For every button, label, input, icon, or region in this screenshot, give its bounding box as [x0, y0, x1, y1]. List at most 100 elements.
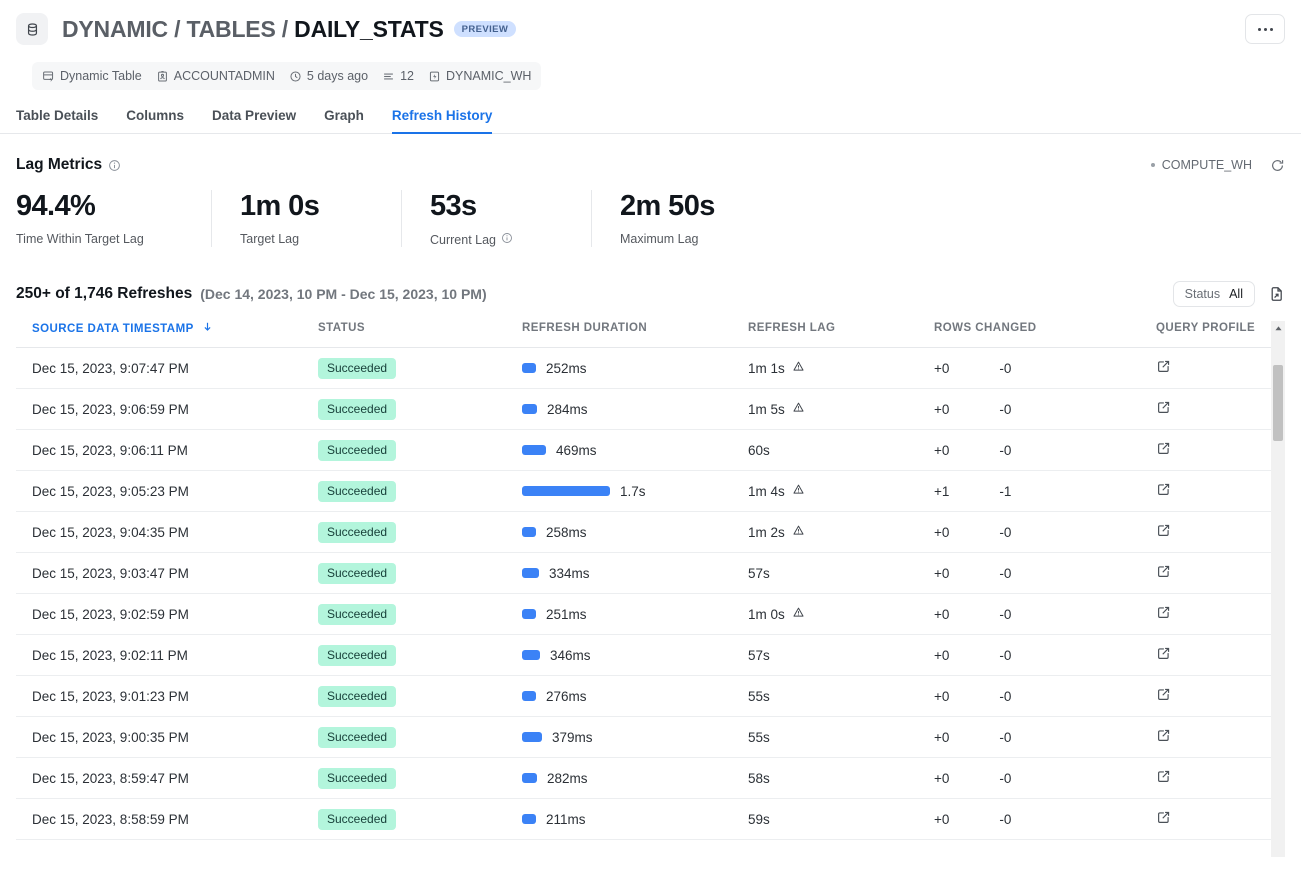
- external-link-icon[interactable]: [1156, 482, 1171, 497]
- warning-icon[interactable]: [792, 401, 805, 417]
- table-body: Dec 15, 2023, 9:07:47 PM Succeeded 252ms 1m…: [16, 347, 1285, 841]
- duration-bar: [522, 773, 537, 784]
- info-icon[interactable]: [501, 232, 513, 247]
- metric-value: 94.4%: [16, 190, 96, 222]
- table-row[interactable]: Dec 15, 2023, 8:58:59 PM Succeeded 211ms 59…: [16, 798, 1285, 841]
- external-link-icon[interactable]: [1156, 400, 1171, 415]
- metric-current-lag: 53s Current Lag: [402, 190, 592, 248]
- column-header-rows-changed[interactable]: ROWS CHANGED: [934, 321, 1156, 349]
- table-row[interactable]: Dec 15, 2023, 8:59:47 PM Succeeded 282ms 58…: [16, 757, 1285, 800]
- table-vertical-scrollbar[interactable]: [1271, 321, 1285, 858]
- rows-added: +0: [934, 688, 950, 704]
- status-badge: Succeeded: [318, 685, 397, 707]
- warehouse-icon: [429, 71, 440, 81]
- meta-item-warehouse: DYNAMIC_WH: [428, 69, 531, 83]
- table-header: SOURCE DATA TIMESTAMP STATUS REFRESH DUR…: [16, 321, 1285, 349]
- cell-source-data-timestamp: Dec 15, 2023, 9:06:59 PM: [16, 388, 318, 431]
- export-icon[interactable]: [1269, 286, 1285, 302]
- table-row[interactable]: Dec 15, 2023, 9:06:59 PM Succeeded 284ms 1m…: [16, 388, 1285, 431]
- tab-table-details[interactable]: Table Details: [16, 108, 98, 133]
- duration-bar: [522, 363, 536, 374]
- scroll-up-arrow-icon[interactable]: [1271, 321, 1285, 335]
- metric-value: 53s: [430, 190, 477, 222]
- cell-source-data-timestamp: Dec 15, 2023, 9:00:35 PM: [16, 716, 318, 759]
- table-row[interactable]: Dec 15, 2023, 9:02:11 PM Succeeded 346ms 57…: [16, 634, 1285, 677]
- meta-item-updated: 5 days ago: [289, 69, 368, 83]
- warning-icon[interactable]: [792, 524, 805, 540]
- metric-label-text: Current Lag: [430, 232, 497, 247]
- table-row[interactable]: Dec 15, 2023, 9:02:59 PM Succeeded 251ms 1m…: [16, 593, 1285, 636]
- cell-refresh-duration: 346ms: [522, 634, 748, 677]
- duration-label: 284ms: [547, 401, 588, 417]
- status-badge: Succeeded: [318, 726, 397, 748]
- lag-value: 55s: [748, 729, 770, 745]
- duration-label: 251ms: [546, 606, 587, 622]
- tab-columns[interactable]: Columns: [126, 108, 184, 133]
- status-filter-button[interactable]: Status All: [1172, 281, 1255, 308]
- table-row[interactable]: Dec 15, 2023, 9:03:47 PM Succeeded 334ms 57…: [16, 552, 1285, 595]
- external-link-icon[interactable]: [1156, 769, 1171, 784]
- column-header-refresh-duration[interactable]: REFRESH DURATION: [522, 321, 748, 349]
- cell-status: Succeeded: [318, 757, 522, 800]
- cell-source-data-timestamp: Dec 15, 2023, 9:05:23 PM: [16, 470, 318, 513]
- table-row[interactable]: Dec 15, 2023, 9:07:47 PM Succeeded 252ms 1m…: [16, 347, 1285, 390]
- meta-item-object-type: Dynamic Table: [42, 69, 142, 83]
- column-header-source-data-timestamp[interactable]: SOURCE DATA TIMESTAMP: [16, 321, 318, 349]
- external-link-icon[interactable]: [1156, 687, 1171, 702]
- rows-removed: -0: [999, 565, 1012, 581]
- cell-refresh-duration: 469ms: [522, 429, 748, 472]
- warning-icon[interactable]: [792, 360, 805, 376]
- status-badge: Succeeded: [318, 521, 397, 543]
- cell-refresh-duration: 252ms: [522, 347, 748, 390]
- duration-bar: [522, 814, 536, 825]
- rows-added: +0: [934, 811, 950, 827]
- external-link-icon[interactable]: [1156, 605, 1171, 620]
- tab-refresh-history[interactable]: Refresh History: [391, 108, 492, 134]
- column-header-refresh-lag[interactable]: REFRESH LAG: [748, 321, 934, 349]
- refresh-icon[interactable]: [1270, 158, 1285, 173]
- column-header-status[interactable]: STATUS: [318, 321, 522, 349]
- table-row[interactable]: Dec 15, 2023, 9:05:23 PM Succeeded 1.7s 1m …: [16, 470, 1285, 513]
- external-link-icon[interactable]: [1156, 441, 1171, 456]
- external-link-icon[interactable]: [1156, 646, 1171, 661]
- lag-metrics-title: Lag Metrics: [16, 156, 103, 173]
- tab-graph[interactable]: Graph: [324, 108, 364, 133]
- table-row[interactable]: Dec 15, 2023, 9:00:35 PM Succeeded 379ms 55…: [16, 716, 1285, 759]
- status-filter-key: Status: [1184, 287, 1221, 302]
- cell-source-data-timestamp: Dec 15, 2023, 9:06:11 PM: [16, 429, 318, 472]
- external-link-icon[interactable]: [1156, 728, 1171, 743]
- duration-bar: [522, 732, 542, 743]
- tab-data-preview[interactable]: Data Preview: [212, 108, 296, 133]
- scrollbar-thumb[interactable]: [1273, 365, 1283, 442]
- metric-label-text: Target Lag: [240, 232, 300, 247]
- metric-label-text: Maximum Lag: [620, 232, 699, 247]
- meta-label: 5 days ago: [306, 69, 369, 83]
- metric-label: Target Lag: [240, 232, 373, 246]
- metric-value: 2m 50s: [620, 190, 715, 222]
- external-link-icon[interactable]: [1156, 359, 1171, 374]
- rows-icon: [384, 73, 393, 79]
- more-options-button[interactable]: [1245, 14, 1285, 44]
- refresh-date-range: (Dec 14, 2023, 10 PM - Dec 15, 2023, 10 …: [200, 286, 487, 303]
- external-link-icon[interactable]: [1156, 564, 1171, 579]
- warning-icon[interactable]: [792, 483, 805, 499]
- cell-rows-changed: +0 -0: [934, 716, 1156, 759]
- table-row[interactable]: Dec 15, 2023, 9:06:11 PM Succeeded 469ms 60…: [16, 429, 1285, 472]
- warehouse-name: COMPUTE_WH: [1161, 158, 1252, 172]
- rows-removed: -0: [999, 729, 1012, 745]
- rows-removed: -0: [999, 688, 1012, 704]
- cell-status: Succeeded: [318, 347, 522, 390]
- external-link-icon[interactable]: [1156, 810, 1171, 825]
- info-icon[interactable]: [108, 159, 121, 172]
- cell-query-profile: [1156, 552, 1285, 595]
- table-row[interactable]: Dec 15, 2023, 9:04:35 PM Succeeded 258ms 1m…: [16, 511, 1285, 554]
- duration-label: 379ms: [552, 729, 593, 745]
- cell-rows-changed: +0 -0: [934, 429, 1156, 472]
- column-header-query-profile[interactable]: QUERY PROFILE: [1156, 321, 1285, 349]
- warning-icon[interactable]: [792, 606, 805, 622]
- rows-added: +0: [934, 360, 950, 376]
- external-link-icon[interactable]: [1156, 523, 1171, 538]
- duration-bar: [522, 609, 536, 620]
- rows-added: +0: [934, 647, 950, 663]
- table-row[interactable]: Dec 15, 2023, 9:01:23 PM Succeeded 276ms 55…: [16, 675, 1285, 718]
